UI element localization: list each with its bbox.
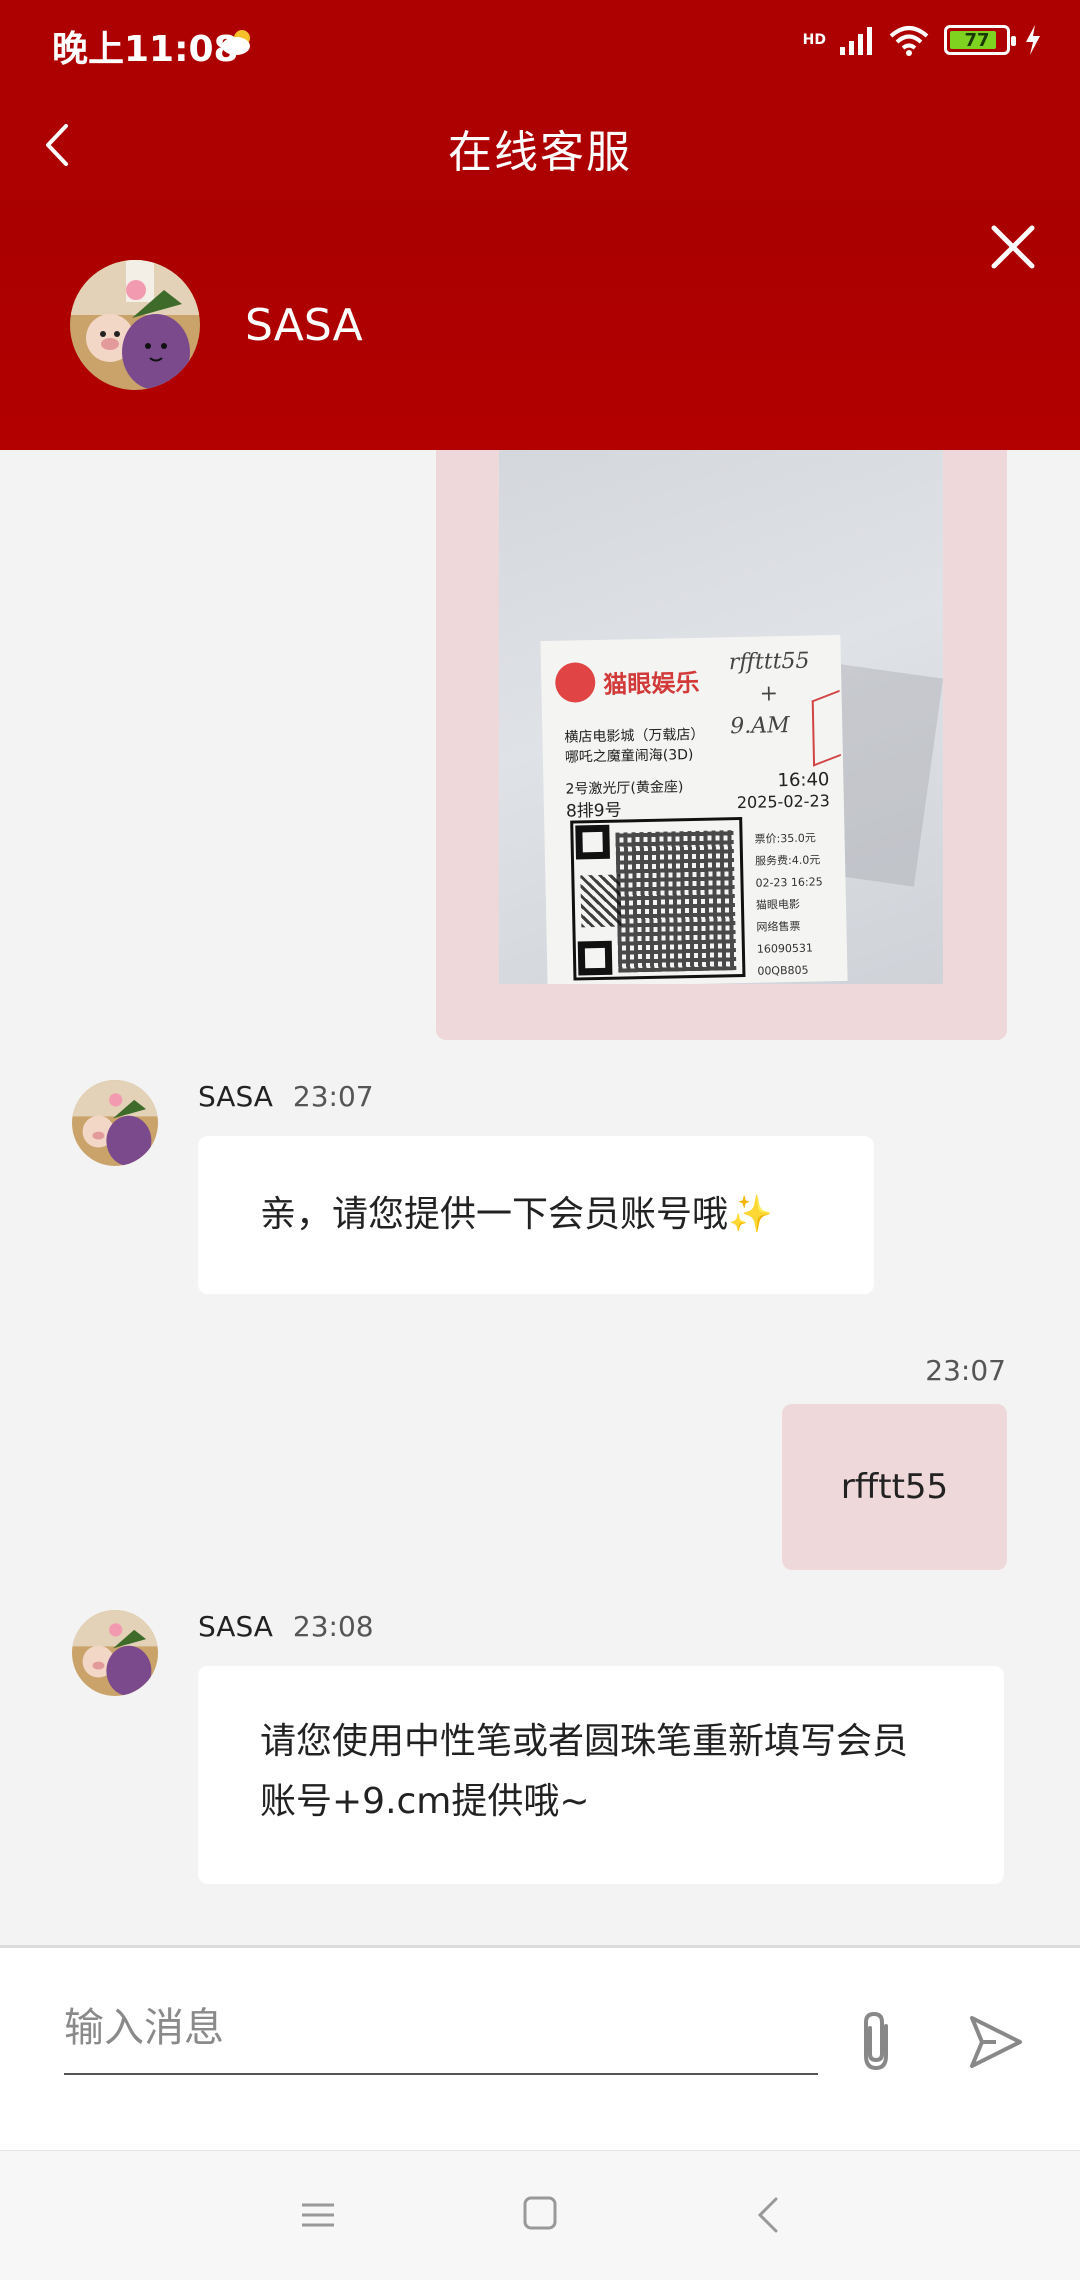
ticket-showtime: 16:40 xyxy=(777,769,830,792)
message-time: 23:07 xyxy=(292,1080,374,1113)
movie-ticket: 猫眼娱乐 rffttt55 + 9.AM 横店电影城（万载店） 哪吒之魔童闹海(… xyxy=(540,634,848,984)
close-icon[interactable] xyxy=(986,220,1040,274)
paperclip-icon[interactable] xyxy=(848,2008,904,2074)
avatar-image xyxy=(70,260,200,390)
ticket-movie: 哪吒之魔童闹海(3D) xyxy=(564,747,694,766)
agent-avatar-small xyxy=(72,1610,158,1696)
status-indicators: HD 77 xyxy=(803,24,1042,56)
page-title: 在线客服 xyxy=(448,127,632,178)
agent-avatar xyxy=(70,260,200,390)
ticket-photo[interactable]: 猫眼娱乐 rffttt55 + 9.AM 横店电影城（万载店） 哪吒之魔童闹海(… xyxy=(499,450,943,984)
charging-icon xyxy=(1026,25,1040,55)
wifi-icon xyxy=(889,26,929,56)
message-time: 23:08 xyxy=(292,1610,374,1643)
nav-bar: 在线客服 xyxy=(0,90,1080,200)
ticket-side-info: 票价:35.0元 服务费:4.0元 02-23 16:25 猫眼电影 网络售票 … xyxy=(754,831,823,978)
sender-name: SASA xyxy=(198,1080,273,1113)
network-type-label: HD xyxy=(802,32,826,48)
battery-icon: 77 xyxy=(944,25,1016,55)
battery-level: 77 xyxy=(964,29,990,51)
outgoing-image-bubble[interactable]: 猫眼娱乐 rffttt55 + 9.AM 横店电影城（万载店） 哪吒之魔童闹海(… xyxy=(436,450,1007,1040)
chat-area[interactable]: 猫眼娱乐 rffttt55 + 9.AM 横店电影城（万载店） 哪吒之魔童闹海(… xyxy=(0,450,1080,1945)
status-time: 晚上11:08 xyxy=(52,29,239,70)
ticket-qr-code xyxy=(570,816,746,981)
ticket-seat: 8排9号 xyxy=(565,800,622,822)
maoyan-logo-icon xyxy=(554,662,596,703)
ticket-stamp xyxy=(811,689,841,767)
status-bar: 晚上11:08 HD 77 xyxy=(0,0,1080,90)
incoming-message-bubble[interactable]: 亲，请您提供一下会员账号哦✨ xyxy=(198,1136,874,1294)
outgoing-message-bubble[interactable]: rfftt55 xyxy=(782,1404,1007,1570)
agent-name: SASA xyxy=(245,300,363,351)
avatar-image xyxy=(72,1080,158,1166)
sender-name: SASA xyxy=(198,1610,273,1643)
home-square-icon[interactable] xyxy=(522,2195,558,2231)
message-input[interactable] xyxy=(64,1983,818,2075)
send-icon[interactable] xyxy=(966,2012,1026,2072)
handwritten-note: rffttt55 + 9.AM xyxy=(728,648,810,740)
chevron-left-icon[interactable] xyxy=(754,2195,782,2235)
message-meta: SASA 23:07 xyxy=(198,1080,374,1113)
weather-icon xyxy=(222,30,250,55)
ticket-brand: 猫眼娱乐 xyxy=(603,668,700,699)
ticket-date: 2025-02-23 xyxy=(736,791,831,813)
message-meta: SASA 23:08 xyxy=(198,1610,374,1643)
system-nav-bar xyxy=(0,2150,1080,2280)
composer xyxy=(0,1945,1080,2150)
signal-icon xyxy=(840,27,872,55)
incoming-message-bubble[interactable]: 请您使用中性笔或者圆珠笔重新填写会员账号+9.cm提供哦~ xyxy=(198,1666,1004,1884)
avatar-image xyxy=(72,1610,158,1696)
menu-icon[interactable] xyxy=(300,2197,336,2233)
message-time: 23:07 xyxy=(925,1354,1006,1387)
agent-banner: SASA xyxy=(0,200,1080,450)
agent-avatar-small xyxy=(72,1080,158,1166)
